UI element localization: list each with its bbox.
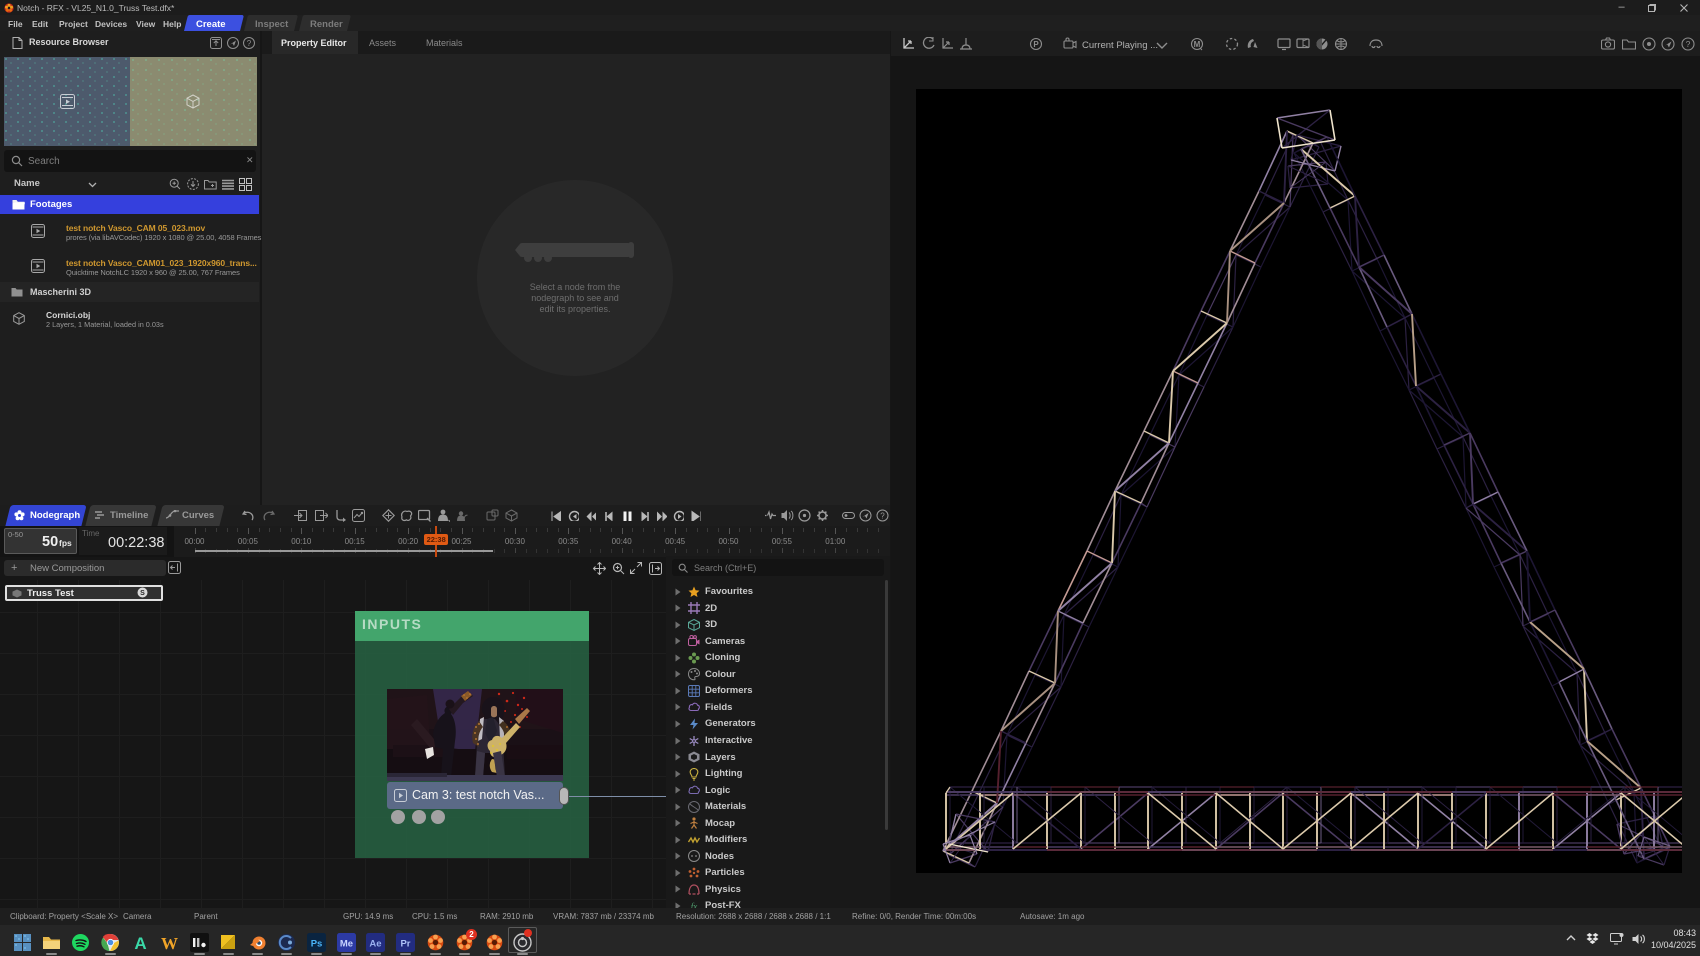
svg-text:M: M <box>1194 40 1201 49</box>
svg-text:?: ? <box>880 511 885 520</box>
svg-text:?: ? <box>1686 39 1691 49</box>
svg-text:Ps: Ps <box>311 939 323 950</box>
svg-text:?: ? <box>247 39 252 48</box>
svg-text:Pr: Pr <box>400 939 410 950</box>
svg-text:A: A <box>134 934 146 952</box>
svg-text:W: W <box>161 934 178 952</box>
svg-text:Me: Me <box>340 939 353 950</box>
svg-text:P: P <box>1033 40 1039 49</box>
svg-text:Ae: Ae <box>369 939 381 950</box>
svg-text:S: S <box>140 590 145 597</box>
